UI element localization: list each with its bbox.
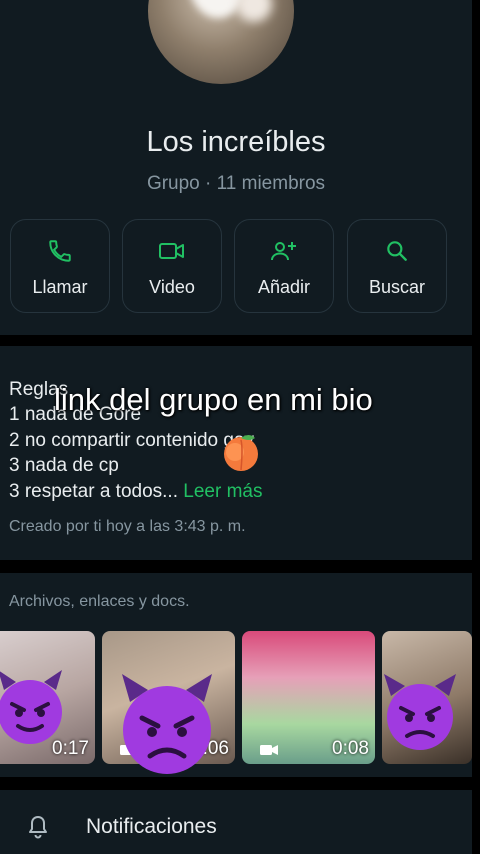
add-person-icon	[235, 238, 333, 264]
notifications-label[interactable]: Notificaciones	[86, 815, 217, 839]
search-button-label: Buscar	[368, 277, 426, 297]
description-line: 2 no compartir contenido gay	[9, 430, 255, 451]
call-button-label: Llamar	[32, 277, 88, 297]
devil-emoji-icon	[0, 670, 62, 744]
add-member-button-label: Añadir	[257, 277, 311, 297]
created-info: Creado por ti hoy a las 3:43 p. m.	[9, 518, 246, 535]
call-button[interactable]: Llamar	[10, 219, 110, 313]
description-line: 3 respetar a todos...	[9, 481, 178, 502]
group-subtitle: Grupo · 11 miembros	[146, 173, 326, 194]
peach-emoji-icon	[224, 435, 258, 471]
group-name: Los increíbles	[146, 126, 326, 158]
overlay-caption: link del grupo en mi bio	[54, 382, 373, 417]
search-button[interactable]: Buscar	[347, 219, 447, 313]
media-section-title[interactable]: Archivos, enlaces y docs.	[9, 593, 190, 611]
video-icon	[123, 238, 221, 264]
avatar-blur-mark	[236, 0, 272, 22]
bell-icon	[29, 816, 47, 839]
video-camera-icon	[260, 745, 278, 755]
description-line: 3 nada de cp	[9, 455, 119, 476]
devil-emoji-icon	[384, 674, 456, 750]
video-duration: 0:08	[332, 738, 369, 759]
right-edge-strip	[472, 0, 480, 854]
phone-icon	[11, 238, 109, 264]
media-thumbnail[interactable]: 0:08	[242, 631, 375, 764]
search-icon	[348, 238, 446, 264]
add-member-button[interactable]: Añadir	[234, 219, 334, 313]
read-more-link[interactable]: Leer más	[183, 481, 262, 502]
devil-emoji-icon	[122, 674, 212, 774]
video-button-label: Video	[149, 277, 195, 297]
video-button[interactable]: Video	[122, 219, 222, 313]
notifications-panel[interactable]	[0, 790, 472, 854]
description-line-last: 3 respetar a todos... Leer más	[9, 479, 262, 504]
